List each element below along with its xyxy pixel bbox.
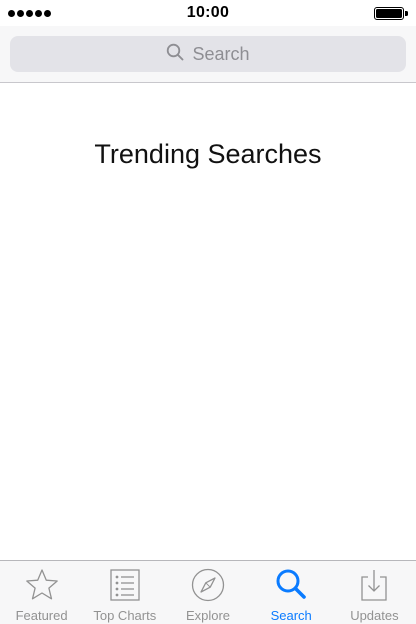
list-icon [107, 567, 143, 603]
search-placeholder: Search [192, 43, 250, 64]
tab-label: Top Charts [93, 608, 157, 623]
search-header: Search [0, 26, 416, 83]
tab-updates[interactable]: Updates [333, 561, 416, 624]
tab-label: Explore [185, 608, 231, 623]
star-icon [24, 567, 60, 603]
compass-icon [190, 567, 226, 603]
search-input[interactable]: Search [10, 36, 406, 72]
search-icon [273, 567, 309, 603]
download-icon [356, 567, 392, 603]
battery-full-icon [374, 7, 408, 20]
tab-explore[interactable]: Explore [166, 561, 249, 624]
status-bar: 10:00 [0, 0, 416, 26]
tab-label: Search [270, 608, 312, 623]
tab-label: Updates [350, 608, 399, 623]
tab-search[interactable]: Search [250, 561, 333, 624]
tab-bar: Featured Top Charts Explore Search Updat… [0, 560, 416, 624]
trending-searches-title: Trending Searches [94, 139, 322, 169]
tab-featured[interactable]: Featured [0, 561, 83, 624]
status-time: 10:00 [186, 4, 230, 21]
tab-label: Featured [15, 608, 68, 623]
search-icon [166, 43, 184, 66]
tab-top-charts[interactable]: Top Charts [83, 561, 166, 624]
app-store-search-screen: 10:00 Search Trending Searches Featured … [0, 0, 416, 624]
search-content: Trending Searches [0, 83, 416, 560]
